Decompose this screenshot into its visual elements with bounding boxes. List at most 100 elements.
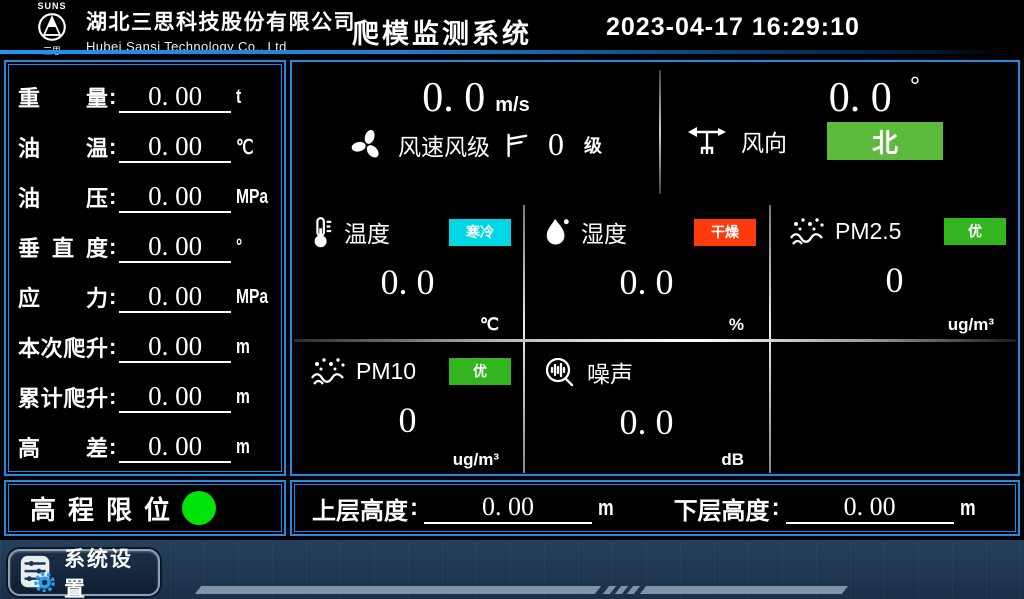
metric-unit: t — [236, 86, 264, 109]
sensor-unit: ug/m³ — [948, 315, 994, 335]
metric-unit: m — [236, 386, 264, 409]
wind-direction-value: 0. 0 — [829, 75, 892, 121]
status-badge: 优 — [944, 218, 1006, 245]
sensor-value: 0. 0 — [292, 261, 523, 303]
lower-height-unit: m — [960, 495, 976, 521]
upper-height-value: 0. 00 — [424, 492, 592, 524]
wind-level-value: 0 — [548, 126, 564, 163]
wind-speed-value: 0. 0 — [422, 75, 485, 121]
metric-unit: m — [236, 336, 264, 359]
layer-heights-box: 上层高度: 0. 00 m 下层高度: 0. 00 m — [290, 480, 1020, 536]
company-name-cn: 湖北三思科技股份有限公司 — [86, 6, 356, 36]
metric-row-verticality: 垂直度: 0. 00 ° — [18, 222, 272, 272]
metric-value: 0. 00 — [119, 431, 231, 463]
colon: : — [109, 284, 116, 310]
sensor-label: PM2.5 — [835, 218, 901, 245]
colon: : — [109, 84, 116, 110]
sensor-card-noise: 噪声 0. 0 dB — [525, 341, 768, 474]
metric-label: 高 差 — [18, 431, 108, 463]
droplet-icon — [543, 216, 571, 248]
status-badge: 干燥 — [694, 219, 756, 246]
settings-sliders-icon — [18, 554, 56, 592]
noise-icon — [543, 355, 577, 389]
colon: : — [109, 184, 116, 210]
colon: : — [109, 234, 116, 260]
metric-row-oil-pressure: 油 压: 0. 00 MPa — [18, 172, 272, 222]
sensor-unit: ug/m³ — [453, 450, 499, 470]
sensor-unit: dB — [721, 450, 744, 470]
metric-value: 0. 00 — [119, 281, 231, 313]
pm25-dust-icon — [789, 215, 825, 247]
colon: : — [109, 134, 116, 160]
sensor-header: 温度 寒冷 — [292, 201, 523, 249]
metric-value: 0. 00 — [119, 181, 231, 213]
metric-label: 油 温 — [18, 131, 108, 163]
metrics-panel: 重 量: 0. 00 t 油 温: 0. 00 ℃ 油 压: 0. 00 MPa… — [4, 60, 286, 476]
sensor-card-temperature: 温度 寒冷 0. 0 ℃ — [292, 201, 523, 339]
sensor-label: 湿度 — [581, 215, 627, 249]
wind-direction-reading: 北 — [827, 122, 943, 160]
settings-button-label: 系统设置 — [64, 543, 150, 599]
status-badge: 优 — [449, 358, 511, 385]
metric-row-weight: 重 量: 0. 00 t — [18, 72, 272, 122]
page-title: 爬模监测系统 — [352, 12, 532, 51]
pm10-dust-icon — [310, 355, 346, 387]
colon: : — [109, 384, 116, 410]
wind-speed-display: 0. 0 m/s — [292, 74, 660, 122]
metric-row-total-climb: 累计爬升: 0. 00 m — [18, 372, 272, 422]
sensor-value: 0 — [771, 259, 1018, 301]
metric-value: 0. 00 — [119, 381, 231, 413]
metric-value: 0. 00 — [119, 331, 231, 363]
colon: : — [772, 494, 780, 522]
wind-level-unit: 级 — [584, 132, 602, 158]
wind-speed-unit: m/s — [495, 94, 529, 116]
sensor-header: PM10 优 — [292, 341, 523, 387]
metric-row-current-climb: 本次爬升: 0. 00 m — [18, 322, 272, 372]
metric-row-oil-temp: 油 温: 0. 00 ℃ — [18, 122, 272, 172]
wind-direction-display: 0. 0 ° — [661, 74, 1018, 122]
metric-label: 重 量 — [18, 81, 108, 113]
sensor-card-pm10: PM10 优 0 ug/m³ — [292, 341, 523, 474]
elevation-limit-box: 高程限位 — [4, 480, 286, 536]
metric-value: 0. 00 — [119, 131, 231, 163]
sensor-card-pm25: PM2.5 优 0 ug/m³ — [771, 201, 1018, 339]
metric-unit: ℃ — [236, 135, 264, 160]
lower-height-value: 0. 00 — [786, 492, 954, 524]
sensor-unit: ℃ — [480, 315, 499, 335]
sensor-value: 0. 0 — [525, 261, 768, 303]
wind-flag-icon — [504, 130, 528, 160]
metric-unit: MPa — [236, 186, 264, 209]
metric-label: 本次爬升 — [18, 331, 108, 363]
status-badge: 寒冷 — [449, 219, 511, 246]
metric-unit: MPa — [236, 286, 264, 309]
wind-direction-label: 风向 — [741, 124, 787, 158]
wind-direction-unit: ° — [910, 71, 920, 101]
sensor-header: PM2.5 优 — [771, 201, 1018, 247]
wind-direction-card: 0. 0 ° 风向 北 — [661, 62, 1018, 200]
logo-suns-text: SUNS — [24, 2, 80, 11]
sensor-label: 温度 — [344, 215, 390, 249]
sensor-value: 0 — [292, 399, 523, 441]
metric-unit: ° — [236, 236, 264, 259]
sensor-value: 0. 0 — [525, 401, 768, 443]
sensor-label: 噪声 — [587, 355, 633, 389]
taskbar: 系统设置 — [0, 540, 1024, 599]
company-logo: SUNS 三思 — [24, 0, 80, 56]
wind-direction-row: 风向 北 — [661, 122, 1018, 160]
datetime-display: 2023-04-17 16:29:10 — [606, 13, 860, 42]
elevation-limit-indicator — [182, 491, 216, 525]
upper-height-unit: m — [598, 495, 614, 521]
wind-vane-icon — [687, 124, 727, 158]
metric-value: 0. 00 — [119, 81, 231, 113]
company-name-block: 湖北三思科技股份有限公司 Hubei Sansi Technology Co.,… — [86, 6, 356, 54]
metric-label: 垂直度 — [18, 231, 108, 263]
metric-label: 累计爬升 — [18, 381, 108, 413]
metric-row-height-diff: 高 差: 0. 00 m — [18, 422, 272, 472]
taskbar-deco-slash — [627, 586, 640, 594]
wind-level-label: 风速风级 — [398, 128, 490, 162]
metric-label: 油 压 — [18, 181, 108, 213]
lower-height-label: 下层高度 — [674, 491, 770, 526]
fan-icon — [350, 128, 384, 162]
sensor-card-humidity: 湿度 干燥 0. 0 % — [525, 201, 768, 339]
system-settings-button[interactable]: 系统设置 — [8, 549, 160, 596]
